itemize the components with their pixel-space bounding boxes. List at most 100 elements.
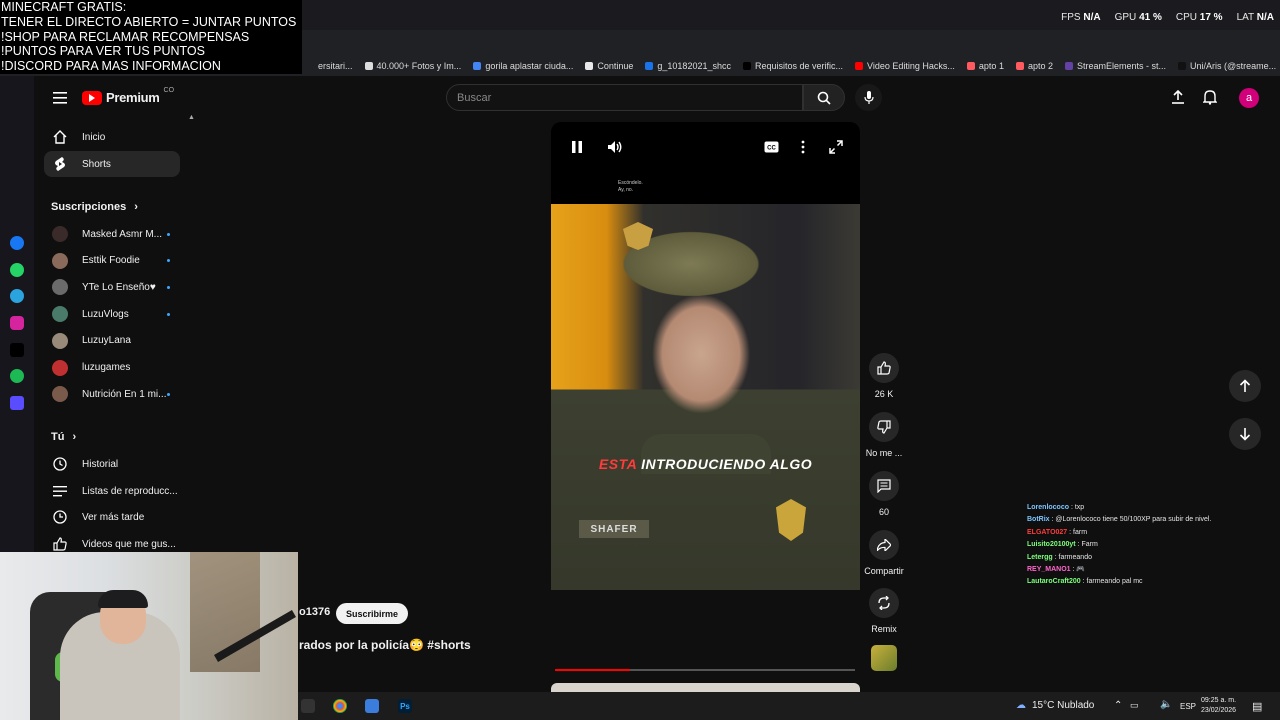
dislike-action[interactable]: No me ...: [862, 412, 906, 458]
sidebar-subscription-item[interactable]: YTe Lo Enseño♥: [44, 274, 180, 300]
search-button[interactable]: [803, 84, 845, 111]
upload-icon: [1172, 90, 1184, 104]
taskbar-app-icon[interactable]: [301, 699, 315, 713]
channel-thumbnail[interactable]: [871, 645, 897, 671]
volume-button[interactable]: [607, 140, 623, 157]
subscriptions-header[interactable]: Suscripciones ›: [51, 201, 138, 213]
bookmark-favicon-icon: [855, 62, 864, 70]
account-avatar[interactable]: a: [1239, 88, 1259, 108]
like-action[interactable]: 26 K: [862, 353, 906, 399]
search-input[interactable]: Buscar: [446, 84, 803, 111]
sidebar-subscription-item[interactable]: LuzuyLana: [44, 328, 180, 354]
chat-username: REY_MANO1: [1027, 566, 1071, 574]
bookmark-item[interactable]: Video Editing Hacks...: [855, 61, 955, 71]
share-action[interactable]: Compartir: [862, 530, 906, 576]
notifications-button[interactable]: [1201, 88, 1219, 106]
speaker-icon[interactable]: 🔈: [1160, 699, 1172, 710]
remix-icon: [869, 588, 899, 618]
subscribe-button[interactable]: Suscribirme: [336, 603, 408, 624]
bookmark-item[interactable]: Uni/Aris (@streame...: [1178, 61, 1276, 71]
app-icon[interactable]: [10, 396, 24, 410]
bookmark-item[interactable]: g_10182021_shcc: [645, 61, 731, 71]
video-subtitle-small: Escóndelo. Ay, no.: [618, 180, 643, 194]
sidebar-item-shorts[interactable]: Shorts: [44, 151, 180, 177]
sidebar-subscription-item[interactable]: LuzuVlogs: [44, 301, 180, 327]
bookmark-label: StreamElements - st...: [1076, 61, 1167, 71]
bookmark-item[interactable]: gorila aplastar ciuda...: [473, 61, 573, 71]
chat-username: LautaroCraft200: [1027, 578, 1081, 586]
overlay-line: !SHOP PARA RECLAMAR RECOMPENSAS: [1, 29, 250, 44]
more-options-button[interactable]: [801, 140, 805, 157]
x-icon[interactable]: [10, 343, 24, 357]
bookmark-label: gorila aplastar ciuda...: [485, 61, 574, 71]
sidebar-item-inicio[interactable]: Inicio: [44, 124, 180, 150]
overlay-line: TENER EL DIRECTO ABIERTO = JUNTAR PUNTOS: [1, 14, 297, 29]
clock-date: 23/02/2026: [1201, 707, 1237, 714]
tray-chevron-icon[interactable]: ⌃: [1114, 700, 1122, 711]
search-placeholder: Buscar: [457, 91, 492, 104]
subscription-label: Esttik Foodie: [82, 255, 140, 267]
weather-widget[interactable]: ☁ 15°C Nublado: [1016, 700, 1094, 711]
remix-action[interactable]: Remix: [862, 588, 906, 634]
caption-rest: INTRODUCIENDO ALGO: [641, 456, 813, 472]
short-title[interactable]: rados por la policía😳 #shorts: [299, 638, 471, 652]
language-indicator[interactable]: ESP: [1180, 702, 1196, 711]
bookmark-item[interactable]: apto 1: [966, 61, 1004, 71]
messenger-icon[interactable]: [10, 236, 24, 250]
playlist-icon: [52, 483, 68, 499]
sidebar-subscription-item[interactable]: Nutrición En 1 mi...: [44, 381, 180, 407]
uniform-nametag: SHAFER: [579, 520, 649, 538]
bookmark-item[interactable]: apto 2: [1015, 61, 1053, 71]
chat-text: farm: [1073, 528, 1088, 536]
police-badge-icon: [776, 499, 806, 541]
bookmark-item[interactable]: StreamElements - st...: [1064, 61, 1167, 71]
dislike-label: No me ...: [865, 448, 903, 458]
file-explorer-icon[interactable]: [365, 699, 379, 713]
captions-button[interactable]: CC: [764, 140, 779, 156]
chevron-right-icon: ›: [134, 201, 138, 213]
overlay-line: MINECRAFT GRATIS:: [1, 0, 127, 14]
video-frame: SHAFER ESTA INTRODUCIENDO ALGO: [551, 204, 860, 590]
bookmark-item[interactable]: ersitari...: [306, 61, 353, 71]
sidebar-item-playlists[interactable]: Listas de reproducc...: [44, 478, 180, 504]
instagram-icon[interactable]: [10, 316, 24, 330]
sidebar-item-historial[interactable]: Historial: [44, 451, 180, 477]
bookmark-item[interactable]: Continue: [585, 61, 633, 71]
you-header[interactable]: Tú ›: [51, 431, 76, 443]
sidebar-subscription-item[interactable]: Esttik Foodie: [44, 248, 180, 274]
chat-text: Farm: [1081, 541, 1098, 549]
system-clock[interactable]: 09:25 a. m. 23/02/2026: [1201, 696, 1236, 716]
photoshop-icon[interactable]: Ps: [398, 699, 412, 713]
next-short-button[interactable]: [1229, 418, 1261, 450]
fullscreen-button[interactable]: [829, 140, 843, 157]
network-icon[interactable]: ▭: [1130, 700, 1139, 711]
notification-center-icon[interactable]: ▤: [1252, 700, 1262, 713]
thumbs-down-icon: [869, 412, 899, 442]
sidebar-subscription-item[interactable]: Masked Asmr M...: [44, 221, 180, 247]
spotify-icon[interactable]: [10, 369, 24, 383]
previous-short-button[interactable]: [1229, 370, 1261, 402]
bookmark-label: Video Editing Hacks...: [867, 61, 955, 71]
bookmark-item[interactable]: 40.000+ Fotos y Im...: [364, 61, 461, 71]
pause-button[interactable]: [571, 140, 583, 157]
chat-message: ELGATO027 : farm: [1027, 528, 1088, 536]
cap-badge-icon: [623, 222, 653, 250]
video-caption: ESTA INTRODUCIENDO ALGO: [551, 456, 860, 472]
voice-search-button[interactable]: [855, 84, 882, 111]
whatsapp-icon[interactable]: [10, 263, 24, 277]
channel-name[interactable]: o1376: [299, 606, 330, 618]
chat-username: BotRix: [1027, 516, 1050, 524]
video-progress-bar[interactable]: [555, 669, 855, 671]
upload-button[interactable]: [1169, 88, 1187, 106]
chrome-icon[interactable]: [333, 699, 347, 713]
pause-icon: [572, 141, 582, 153]
telegram-icon[interactable]: [10, 289, 24, 303]
shorts-video-player[interactable]: CC Escóndelo. Ay, no. SHAFER ESTA INTROD…: [551, 122, 860, 590]
bookmark-item[interactable]: Requisitos de verific...: [742, 61, 843, 71]
sidebar-item-watch-later[interactable]: Ver más tarde: [44, 504, 180, 530]
chat-username: Letergg: [1027, 553, 1053, 561]
scroll-up-icon[interactable]: ▲: [188, 114, 195, 121]
share-icon: [869, 530, 899, 560]
comments-action[interactable]: 60: [862, 471, 906, 517]
sidebar-subscription-item[interactable]: luzugames: [44, 355, 180, 381]
